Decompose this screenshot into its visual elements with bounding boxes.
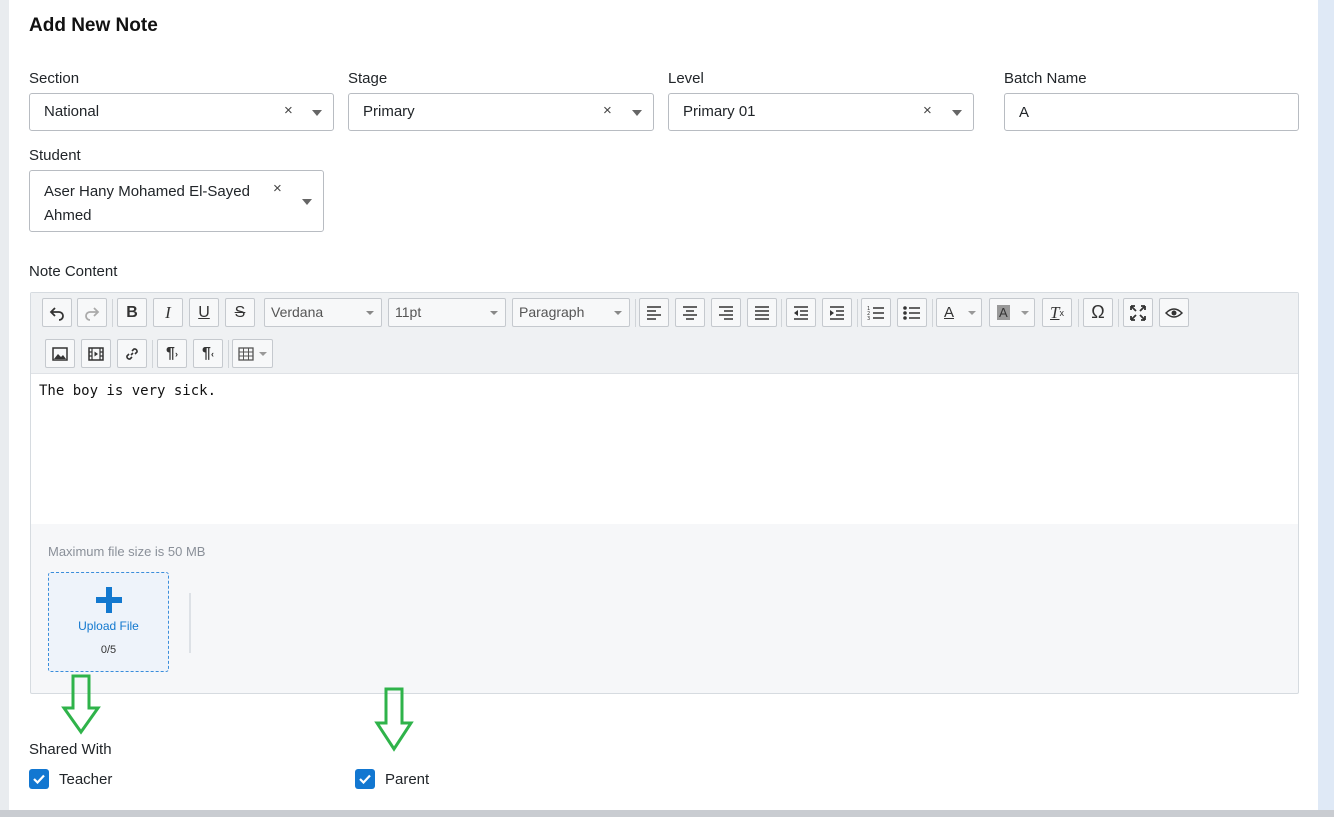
ltr-direction-icon[interactable]: ¶ › xyxy=(157,339,187,368)
underline-icon[interactable]: U xyxy=(189,298,219,327)
undo-icon[interactable] xyxy=(42,298,72,327)
preview-eye-icon[interactable] xyxy=(1159,298,1189,327)
level-dropdown-caret-icon[interactable] xyxy=(952,110,962,116)
checkmark-icon xyxy=(33,774,45,784)
svg-text:3: 3 xyxy=(867,316,870,321)
align-center-icon[interactable] xyxy=(675,298,705,327)
block-format-dropdown[interactable]: Paragraph xyxy=(512,298,630,327)
section-clear-icon[interactable]: × xyxy=(284,102,293,119)
annotation-arrow-down-icon xyxy=(374,687,414,752)
student-clear-icon[interactable]: × xyxy=(273,180,282,197)
bottom-frame xyxy=(0,810,1334,817)
editor-toolbar: B I U S Verdana 11pt Paragraph 1 2 3 A A… xyxy=(31,293,1298,374)
font-size-value: 11pt xyxy=(395,304,422,320)
section-value: National xyxy=(44,103,100,120)
left-frame xyxy=(0,0,9,817)
align-right-icon[interactable] xyxy=(711,298,741,327)
note-content-text: The boy is very sick. xyxy=(39,383,217,399)
toolbar-separator xyxy=(228,340,229,368)
toolbar-separator xyxy=(781,299,782,327)
special-character-icon[interactable]: Ω xyxy=(1083,298,1113,327)
level-clear-icon[interactable]: × xyxy=(923,102,932,119)
editor-content-area[interactable]: The boy is very sick. xyxy=(31,374,1298,524)
fullscreen-icon[interactable] xyxy=(1123,298,1153,327)
note-content-label: Note Content xyxy=(29,263,118,280)
toolbar-separator xyxy=(932,299,933,327)
stage-label: Stage xyxy=(348,70,388,87)
font-size-dropdown[interactable]: 11pt xyxy=(388,298,506,327)
insert-media-icon[interactable] xyxy=(81,339,111,368)
student-select[interactable]: Aser Hany Mohamed El-Sayed Ahmed × xyxy=(29,170,324,232)
upload-divider xyxy=(189,593,191,653)
redo-icon[interactable] xyxy=(77,298,107,327)
rich-text-editor: B I U S Verdana 11pt Paragraph 1 2 3 A A… xyxy=(30,292,1299,694)
insert-link-icon[interactable] xyxy=(117,339,147,368)
parent-checkbox[interactable] xyxy=(355,769,375,789)
bullet-list-icon[interactable] xyxy=(897,298,927,327)
block-format-value: Paragraph xyxy=(519,304,585,320)
align-justify-icon[interactable] xyxy=(747,298,777,327)
parent-checkbox-label[interactable]: Parent xyxy=(385,771,429,788)
shared-with-label: Shared With xyxy=(29,741,112,758)
toolbar-separator xyxy=(1118,299,1119,327)
toolbar-separator xyxy=(635,299,636,327)
bold-icon[interactable]: B xyxy=(117,298,147,327)
plus-icon xyxy=(96,587,122,613)
background-color-icon[interactable]: A xyxy=(989,298,1035,327)
text-color-icon[interactable]: A xyxy=(936,298,982,327)
font-family-dropdown[interactable]: Verdana xyxy=(264,298,382,327)
batch-name-input[interactable]: A xyxy=(1004,93,1299,131)
section-label: Section xyxy=(29,70,80,87)
upload-file-count: 0/5 xyxy=(100,644,117,656)
rtl-direction-icon[interactable]: ¶ ‹ xyxy=(193,339,223,368)
upload-file-button[interactable]: Upload File 0/5 xyxy=(48,572,169,672)
upload-file-label: Upload File xyxy=(78,619,139,633)
teacher-checkbox[interactable] xyxy=(29,769,49,789)
student-value: Aser Hany Mohamed El-Sayed Ahmed xyxy=(44,183,250,224)
insert-image-icon[interactable] xyxy=(45,339,75,368)
toolbar-separator xyxy=(857,299,858,327)
align-left-icon[interactable] xyxy=(639,298,669,327)
level-label: Level xyxy=(668,70,704,87)
upload-hint: Maximum file size is 50 MB xyxy=(48,544,206,559)
teacher-checkbox-label[interactable]: Teacher xyxy=(59,771,112,788)
student-label: Student xyxy=(29,147,81,164)
annotation-arrow-down-icon xyxy=(61,674,101,735)
stage-dropdown-caret-icon[interactable] xyxy=(632,110,642,116)
numbered-list-icon[interactable]: 123 xyxy=(861,298,891,327)
outdent-icon[interactable] xyxy=(786,298,816,327)
checkmark-icon xyxy=(359,774,371,784)
page-title: Add New Note xyxy=(29,15,158,36)
level-value: Primary 01 xyxy=(683,103,756,120)
insert-table-icon[interactable] xyxy=(232,339,273,368)
stage-select[interactable]: Primary × xyxy=(348,93,654,131)
level-select[interactable]: Primary 01 × xyxy=(668,93,974,131)
italic-icon[interactable]: I xyxy=(153,298,183,327)
batch-name-value: A xyxy=(1019,104,1030,121)
section-dropdown-caret-icon[interactable] xyxy=(312,110,322,116)
toolbar-separator xyxy=(1078,299,1079,327)
toolbar-separator xyxy=(152,340,153,368)
toolbar-separator xyxy=(112,299,113,327)
font-family-value: Verdana xyxy=(271,304,324,320)
stage-clear-icon[interactable]: × xyxy=(603,102,612,119)
indent-icon[interactable] xyxy=(822,298,852,327)
batch-name-label: Batch Name xyxy=(1004,70,1087,87)
section-select[interactable]: National × xyxy=(29,93,334,131)
student-dropdown-caret-icon[interactable] xyxy=(302,199,312,205)
stage-value: Primary xyxy=(363,103,415,120)
strikethrough-icon[interactable]: S xyxy=(225,298,255,327)
clear-formatting-icon[interactable]: Tx xyxy=(1042,298,1072,327)
right-scroll-track[interactable] xyxy=(1318,0,1334,817)
